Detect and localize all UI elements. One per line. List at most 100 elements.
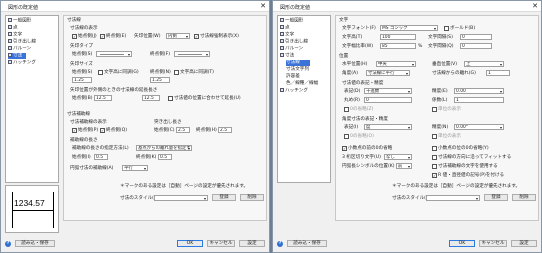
label: 始点側(S) [72, 52, 93, 57]
round-input[interactable]: 0 [364, 97, 412, 103]
h-position-select[interactable]: 中央 [376, 61, 416, 67]
start-checkbox[interactable] [72, 34, 77, 39]
arrow-position-select[interactable]: 内側 [166, 33, 190, 39]
register-button[interactable]: 登録 [484, 194, 508, 201]
dimension-line-panel: 寸法線 寸法線の表示 始点側(J) 終点側(E) 矢印位置(W) 内側 寸法線強… [63, 15, 267, 221]
note-text: ＊マークのある設定は［自動］ページの設定が優先されます。 [392, 184, 521, 189]
tree-item-leader[interactable]: 引き出し線 [280, 39, 308, 45]
text-height-sync-checkbox[interactable] [98, 70, 103, 75]
text-height-input[interactable]: 100 [380, 34, 416, 40]
aux-end-input[interactable]: 0.5 [158, 154, 172, 160]
apply-button[interactable]: 設定 [511, 240, 537, 247]
label: 表記(D) [344, 89, 361, 94]
dim-style-select[interactable] [426, 195, 480, 201]
arrow-size-start-input[interactable]: 1.25 [72, 77, 92, 83]
angle-omit-checkbox[interactable] [344, 134, 349, 139]
aux-end-checkbox[interactable] [100, 128, 105, 133]
text-height-sync-checkbox-2[interactable] [174, 70, 179, 75]
angle-notation-select[interactable]: 度 [364, 124, 412, 130]
omit-zero-checkbox[interactable] [344, 107, 349, 112]
angle-precision-select[interactable]: 0.00° [454, 124, 504, 130]
tree-item-point[interactable]: 点 [8, 25, 18, 31]
label: 始点側(P) [78, 128, 99, 133]
title-bar: 図形の既定値 ✕ [1, 1, 269, 12]
delete-button[interactable]: 削除 [512, 194, 536, 201]
leading-zero-checkbox[interactable] [342, 146, 347, 151]
title-bar: 図形の既定値 ✕ [273, 1, 541, 12]
gap-input[interactable]: 1 [486, 70, 510, 76]
import-save-button[interactable]: 読み込・保存 [287, 240, 327, 247]
v-position-select[interactable]: 上 [464, 61, 504, 67]
label: 矢印位置(W) [134, 34, 161, 39]
tree-item-hatching[interactable]: ハッチング [8, 60, 36, 66]
arrow-size-end-input[interactable]: 1.25 [150, 77, 170, 83]
tree-item-balloon[interactable]: バルーン [280, 46, 303, 52]
dim-style-select[interactable] [154, 195, 208, 201]
label: 精度(E) [432, 89, 448, 94]
cancel-button[interactable]: キャンセル [207, 240, 235, 247]
label: 精度(N) [432, 125, 449, 130]
ext-start-input[interactable]: 12.5 [94, 95, 112, 101]
angle-select[interactable]: 寸法線に平行 [366, 70, 410, 76]
factor-input[interactable]: 1 [454, 97, 504, 103]
line-spacing-input[interactable]: 0 [460, 43, 492, 49]
dimension-text-panel: 文字 文字フォント(F) MS ゴシック ボールド(B) 文字高(T) 100 … [335, 15, 539, 221]
tree-item-balloon[interactable]: バルーン [8, 46, 31, 52]
tree-item-dimension-line[interactable]: 寸法線 [286, 60, 310, 66]
thousands-separator-select[interactable]: なし [384, 154, 412, 160]
label: 始点側(I) [72, 155, 91, 160]
group-title: 寸法補助線 [67, 112, 90, 117]
ext-end-input[interactable]: 12.5 [142, 95, 160, 101]
aux-text-checkbox[interactable] [432, 164, 437, 169]
tree-item-dimension-text[interactable]: 寸法文字列 [286, 67, 309, 73]
tree-item-text[interactable]: 文字 [280, 32, 294, 38]
overhang-start-input[interactable]: 2.5 [176, 127, 190, 133]
notation-select[interactable]: 十進数 [364, 88, 412, 94]
unit-display-checkbox[interactable] [432, 107, 437, 112]
radius-symbol-checkbox[interactable] [432, 173, 437, 178]
arc-aux-select[interactable]: 平行 [122, 165, 148, 171]
char-spacing-input[interactable]: 0 [460, 34, 492, 40]
tree-item-point[interactable]: 点 [280, 25, 290, 31]
tree-item-text[interactable]: 文字 [8, 32, 22, 38]
tree-item-leader[interactable]: 引き出し線 [8, 39, 36, 45]
aux-start-input[interactable]: 0.5 [94, 154, 108, 160]
help-icon[interactable]: ? [277, 241, 283, 247]
tree-item-dimension[interactable]: 寸法 [280, 53, 294, 59]
tree-item-hatching[interactable]: ハッチング [280, 88, 308, 94]
fit-direction-checkbox[interactable] [432, 155, 437, 160]
close-icon[interactable]: ✕ [532, 2, 538, 10]
delete-button[interactable]: 削除 [240, 194, 264, 201]
tree-item-tolerance[interactable]: 許容差 [286, 74, 300, 80]
label: 補助線の長さの指定方法(L) [72, 146, 129, 151]
precision-select[interactable]: 0.00 [454, 88, 504, 94]
label: 寸法値の位置に合わせて延長(U) [174, 96, 241, 101]
ok-button[interactable]: OK [449, 240, 475, 247]
help-icon[interactable]: ? [5, 241, 11, 247]
arc-symbol-select[interactable]: 前 [396, 163, 412, 169]
register-button[interactable]: 登録 [212, 194, 236, 201]
fit-extend-checkbox[interactable] [168, 96, 173, 101]
end-checkbox[interactable] [100, 34, 105, 39]
angle-unit-checkbox[interactable] [432, 134, 437, 139]
tree-item-color-linetype[interactable]: 色／線種／線幅 [286, 81, 318, 87]
label: 0の省略(Z) [350, 107, 374, 112]
tree-item-general-shape[interactable]: 一般図形 [280, 18, 303, 24]
close-icon[interactable]: ✕ [260, 2, 266, 10]
apply-button[interactable]: 設定 [239, 240, 265, 247]
cancel-button[interactable]: キャンセル [479, 240, 507, 247]
dialog-title: 図形の既定値 [280, 5, 311, 11]
overhang-end-input[interactable]: 2.5 [218, 127, 232, 133]
tree-item-dimension[interactable]: 寸法 [8, 53, 26, 59]
decimal-zero-checkbox[interactable] [432, 146, 437, 151]
tree-item-general-shape[interactable]: 一般図形 [8, 18, 31, 24]
width-ratio-input[interactable]: 85 [380, 43, 416, 49]
font-select[interactable]: MS ゴシック [380, 25, 438, 31]
bold-checkbox[interactable] [444, 26, 449, 31]
aux-start-checkbox[interactable] [72, 128, 77, 133]
import-save-button[interactable]: 読み込・保存 [15, 240, 55, 247]
ok-button[interactable]: OK [177, 240, 203, 247]
label: 小数点の位の0の省略(Y) [438, 146, 489, 151]
force-dim-checkbox[interactable] [194, 34, 199, 39]
aux-length-method-select[interactable]: 基点からの離れ量を指定する [136, 145, 192, 151]
